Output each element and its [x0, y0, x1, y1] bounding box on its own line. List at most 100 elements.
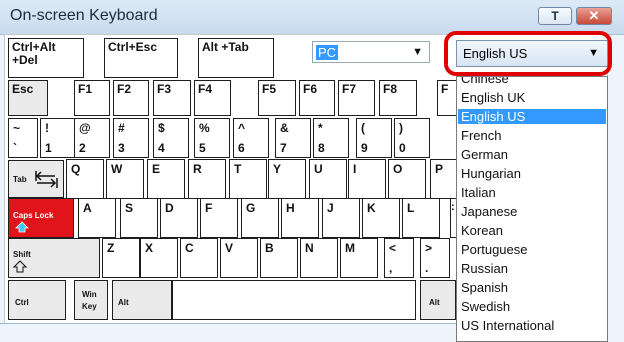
tab-key[interactable]: Tab [8, 160, 64, 198]
f1-key[interactable]: F1 [74, 80, 110, 116]
shift-arrow-icon [13, 260, 27, 273]
letter-key[interactable]: L [402, 198, 440, 238]
letter-key[interactable]: U [309, 159, 347, 199]
ctrl-esc-key[interactable]: Ctrl+Esc [104, 38, 178, 78]
number-key[interactable]: * 8 [313, 118, 349, 158]
letter-key[interactable]: S [120, 198, 158, 238]
letter-key[interactable]: V [220, 238, 258, 278]
f6-key[interactable]: F6 [299, 80, 335, 116]
number-key[interactable]: & 7 [275, 118, 311, 158]
f3-key[interactable]: F3 [153, 80, 191, 116]
key-top-label: # [118, 121, 125, 135]
alt-left-key[interactable]: Alt [112, 280, 172, 320]
language-option[interactable]: German [461, 147, 508, 162]
letter-key[interactable]: D [160, 198, 198, 238]
alt-tab-key[interactable]: Alt +Tab [198, 38, 274, 78]
language-option[interactable]: English US [458, 109, 606, 124]
tab-arrows-icon [35, 171, 58, 188]
number-key[interactable]: ^ 6 [233, 118, 269, 158]
key-label: H [286, 201, 295, 215]
key-label: G [246, 201, 256, 215]
language-dropdown-list[interactable]: Chinese English UK English US French German H… [456, 76, 608, 342]
key-label: L [407, 201, 415, 215]
f2-key[interactable]: F2 [113, 80, 149, 116]
number-key[interactable]: (9 [356, 118, 392, 158]
letter-key[interactable]: J [322, 198, 360, 238]
language-option[interactable]: Korean [461, 223, 503, 238]
language-option[interactable]: Hungarian [461, 166, 521, 181]
letter-key[interactable]: O [388, 159, 426, 199]
esc-key[interactable]: Esc [8, 80, 48, 116]
language-option[interactable]: Chinese [461, 77, 509, 86]
letter-key[interactable]: C [180, 238, 218, 278]
help-button[interactable]: T [538, 7, 572, 25]
key-bottom-label: 6 [238, 141, 245, 155]
number-key[interactable]: % 5 [194, 118, 230, 158]
shift-key[interactable]: Shift [8, 238, 100, 278]
greater-than-label: > [425, 241, 433, 255]
letter-key[interactable]: B [260, 238, 298, 278]
key-top-label: $ [158, 121, 165, 135]
ctrl-alt-del-label-2: +Del [12, 53, 38, 67]
f7-key[interactable]: F7 [338, 80, 375, 116]
letter-key[interactable]: T [229, 159, 267, 199]
letter-key[interactable]: Y [268, 159, 306, 199]
letter-key[interactable]: X [140, 238, 178, 278]
language-option[interactable]: Italian [461, 185, 496, 200]
letter-key[interactable]: M [340, 238, 378, 278]
platform-select[interactable]: PC ▼ [312, 41, 430, 63]
language-option[interactable]: Swedish [461, 299, 510, 314]
caps-lock-key[interactable]: Caps Lock [8, 198, 74, 238]
ctrl-key[interactable]: Ctrl [8, 280, 66, 320]
alt-right-key[interactable]: Alt [420, 280, 456, 320]
letter-key[interactable]: R [188, 159, 226, 199]
key-top-label: ) [399, 121, 403, 135]
f5-key[interactable]: F5 [258, 80, 296, 116]
language-option[interactable]: Japanese [461, 204, 517, 219]
letter-key[interactable]: W [106, 159, 144, 199]
letter-key[interactable]: Z [102, 238, 140, 278]
spacebar[interactable] [172, 280, 416, 320]
letter-key[interactable]: K [362, 198, 400, 238]
language-option[interactable]: English UK [461, 90, 525, 105]
letter-key[interactable]: F [200, 198, 238, 238]
key-label: D [165, 201, 174, 215]
key-bottom-label: 4 [158, 141, 165, 155]
number-key[interactable]: ) 0 [394, 118, 430, 158]
f4-key[interactable]: F4 [194, 80, 231, 116]
ctrl-esc-label: Ctrl+Esc [108, 40, 158, 54]
letter-key[interactable]: G [241, 198, 279, 238]
number-key[interactable]: ! 1 [40, 118, 76, 158]
language-option[interactable]: US International [461, 318, 554, 333]
language-option[interactable]: Portuguese [461, 242, 528, 257]
f9-key[interactable]: F [437, 80, 457, 116]
letter-key[interactable]: N [300, 238, 338, 278]
letter-key[interactable]: A [78, 198, 116, 238]
key-label: X [145, 241, 154, 255]
key-label: A [83, 201, 92, 215]
key-label: Y [273, 162, 282, 176]
greater-than-key[interactable]: > . [420, 238, 450, 278]
letter-key[interactable]: I [348, 159, 386, 199]
ctrl-alt-del-key[interactable]: Ctrl+Alt +Del [8, 38, 84, 78]
key-bottom-label: 3 [118, 141, 125, 155]
number-key[interactable]: #3 [113, 118, 149, 158]
close-button[interactable]: ✕ [576, 7, 612, 25]
language-option[interactable]: Russian [461, 261, 508, 276]
tab-label: Tab [13, 175, 27, 184]
key-top-label: ^ [238, 121, 246, 135]
less-than-key[interactable]: < , [384, 238, 414, 278]
letter-key[interactable]: Q [66, 159, 104, 199]
letter-key[interactable]: H [281, 198, 319, 238]
letter-key[interactable]: E [147, 159, 185, 199]
language-option[interactable]: Spanish [461, 280, 508, 295]
key-label: Q [71, 162, 81, 176]
win-key[interactable]: Win Key [74, 280, 108, 320]
key-label: M [345, 241, 355, 255]
language-option[interactable]: French [461, 128, 501, 143]
key-label: U [314, 162, 323, 176]
number-key[interactable]: @2 [74, 118, 110, 158]
number-key[interactable]: ~ ` [8, 118, 38, 158]
number-key[interactable]: $4 [153, 118, 189, 158]
f8-key[interactable]: F8 [379, 80, 417, 116]
